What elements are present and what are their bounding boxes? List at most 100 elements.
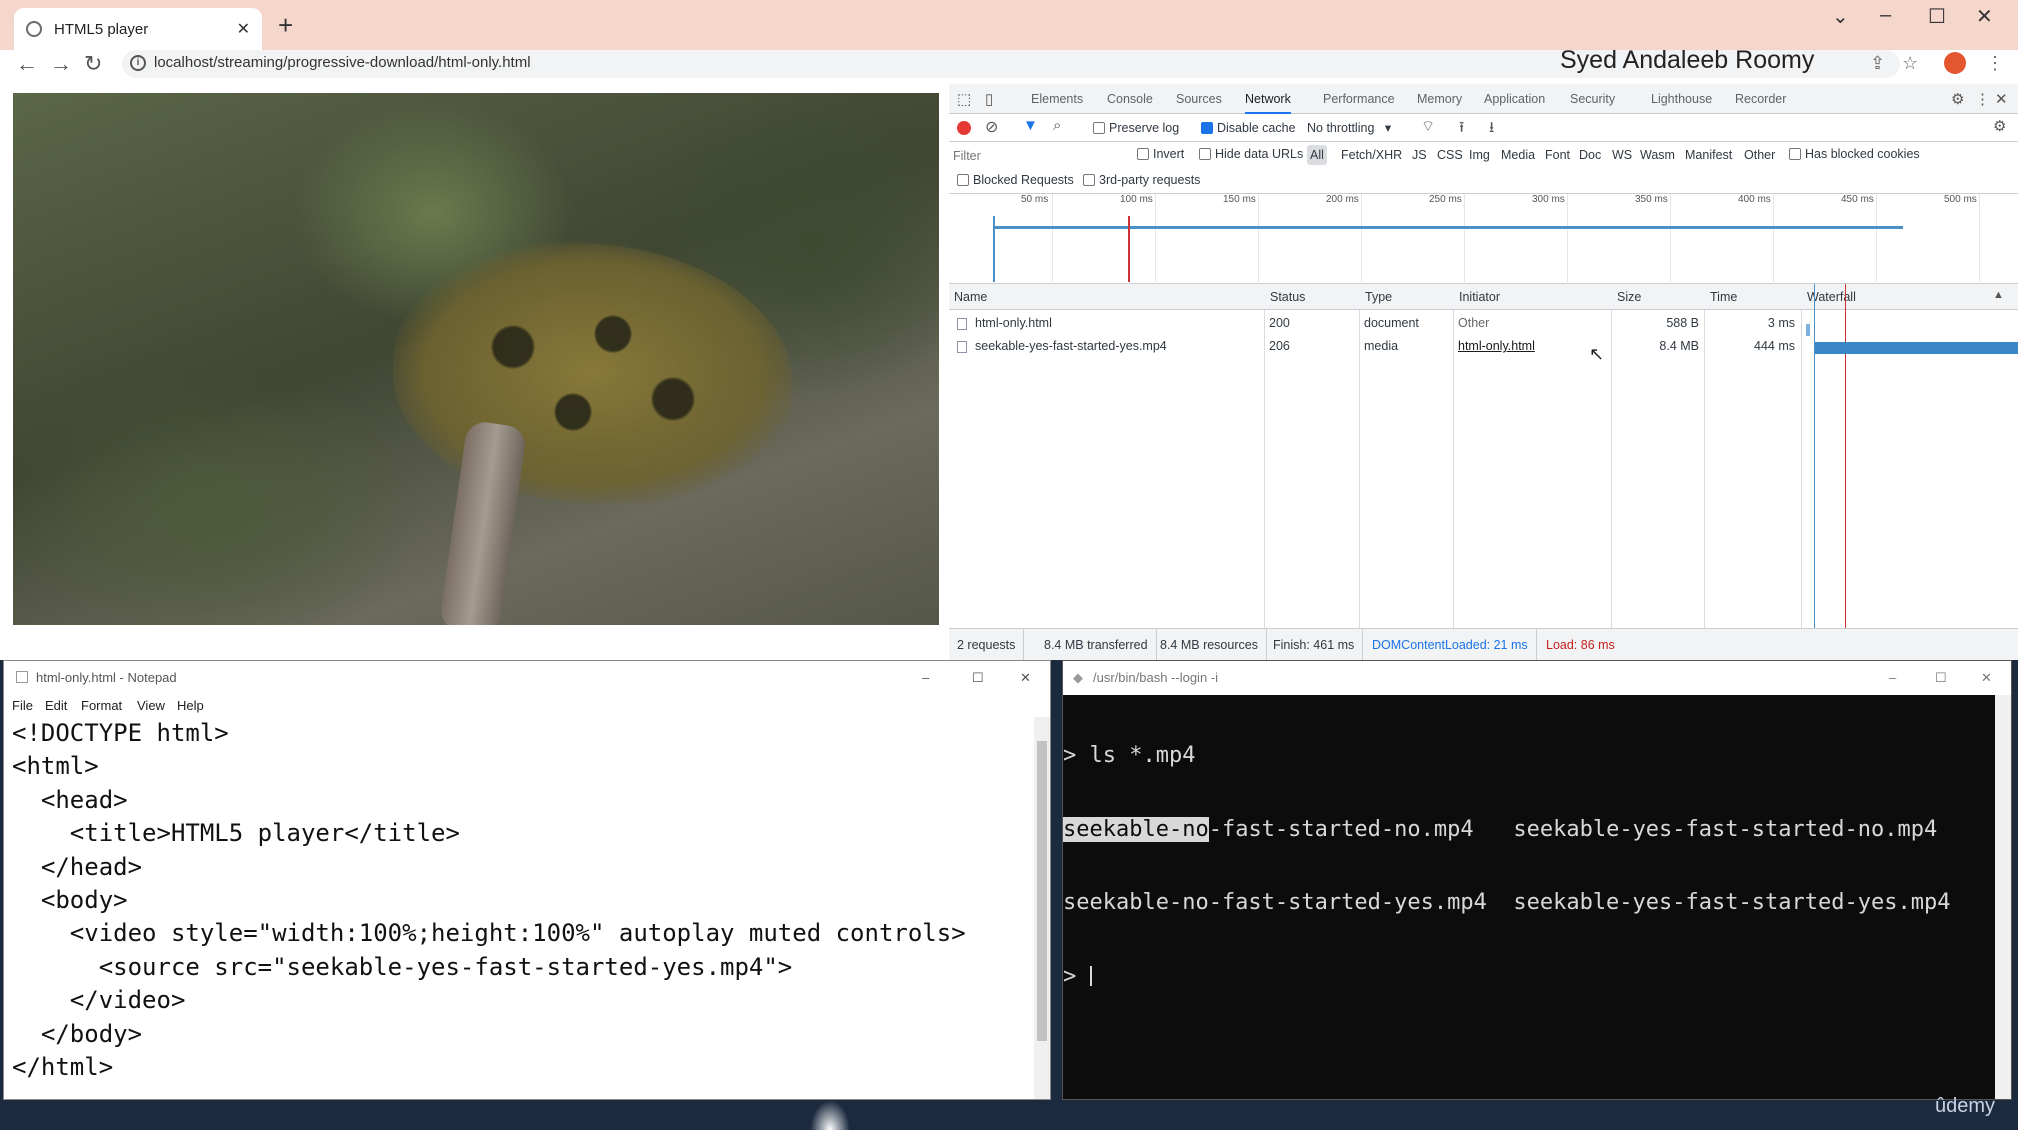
column-header-size[interactable]: Size [1612, 284, 1641, 310]
record-icon[interactable] [957, 121, 971, 135]
close-tab-icon[interactable]: ✕ [237, 19, 250, 39]
tab-network[interactable]: Network [1245, 84, 1291, 114]
column-header-name[interactable]: Name [949, 284, 987, 310]
tab-security[interactable]: Security [1570, 84, 1615, 114]
type-filter-img[interactable]: Img [1466, 145, 1493, 165]
notepad-text-area[interactable]: <!DOCTYPE html> <html> <head> <title>HTM… [12, 717, 1032, 1097]
tab-lighthouse[interactable]: Lighthouse [1651, 84, 1712, 114]
browser-tab[interactable]: HTML5 player ✕ [14, 8, 262, 50]
type-filter-js[interactable]: JS [1409, 145, 1430, 165]
video-player[interactable] [13, 93, 939, 625]
mouse-cursor-icon: ↖ [1589, 344, 1605, 364]
has-blocked-cookies-checkbox[interactable]: Has blocked cookies [1789, 140, 1920, 168]
request-name[interactable]: html-only.html [975, 312, 1052, 335]
filter-funnel-icon[interactable]: ▼ [1023, 117, 1038, 134]
type-filter-ws[interactable]: WS [1609, 145, 1635, 165]
preserve-log-checkbox[interactable]: Preserve log [1093, 114, 1179, 142]
menu-file[interactable]: File [12, 695, 33, 717]
url-text[interactable]: localhost/streaming/progressive-download… [154, 54, 531, 71]
column-header-waterfall[interactable]: Waterfall [1802, 284, 1856, 310]
column-header-initiator[interactable]: Initiator [1454, 284, 1500, 310]
type-filter-font[interactable]: Font [1542, 145, 1573, 165]
maximize-button[interactable]: ☐ [1928, 4, 1946, 29]
settings-gear-icon[interactable]: ⚙ [1951, 90, 1964, 108]
menu-edit[interactable]: Edit [45, 695, 67, 717]
sort-ascending-icon[interactable]: ▲ [1993, 289, 2004, 301]
request-name[interactable]: seekable-yes-fast-started-yes.mp4 [975, 335, 1167, 358]
export-har-icon[interactable]: ⭳ [1489, 117, 1494, 142]
vertical-scrollbar[interactable] [1034, 717, 1050, 1099]
tab-application[interactable]: Application [1484, 84, 1545, 114]
notepad-icon [16, 671, 28, 683]
close-button[interactable]: ✕ [1020, 661, 1031, 695]
request-initiator-link[interactable]: html-only.html [1458, 335, 1535, 358]
close-button[interactable]: ✕ [1981, 661, 1992, 695]
inspect-element-icon[interactable]: ⬚ [957, 90, 971, 108]
table-row[interactable]: html-only.html 200 document Other 588 B … [949, 312, 2018, 335]
scrollbar-thumb[interactable] [1037, 741, 1047, 1041]
menu-format[interactable]: Format [81, 695, 122, 717]
device-toolbar-icon[interactable]: ▯ [985, 90, 993, 108]
type-filter-doc[interactable]: Doc [1576, 145, 1604, 165]
forward-arrow-icon[interactable]: → [50, 50, 72, 78]
tab-console[interactable]: Console [1107, 84, 1153, 114]
clear-icon[interactable]: ⊘ [985, 117, 998, 137]
info-icon[interactable]: i [130, 55, 146, 71]
chevron-down-icon[interactable]: ⌄ [1832, 4, 1849, 29]
type-filter-fetch-xhr[interactable]: Fetch/XHR [1338, 145, 1405, 165]
minimize-button[interactable]: – [1880, 4, 1891, 27]
import-har-icon[interactable]: ⭱ [1459, 117, 1464, 142]
network-settings-gear-icon[interactable]: ⚙ [1993, 117, 2006, 135]
network-overview-timeline[interactable]: 50 ms 100 ms 150 ms 200 ms 250 ms 300 ms… [949, 194, 2018, 284]
type-filter-css[interactable]: CSS [1434, 145, 1466, 165]
type-filter-media[interactable]: Media [1498, 145, 1538, 165]
network-conditions-icon[interactable]: ⌔ [1421, 117, 1435, 136]
type-filter-all[interactable]: All [1307, 145, 1327, 165]
checkbox-icon [1137, 148, 1149, 160]
menu-help[interactable]: Help [177, 695, 204, 717]
share-icon[interactable]: ⇪ [1870, 53, 1885, 74]
column-header-status[interactable]: Status [1265, 284, 1305, 310]
throttling-select[interactable]: No throttling ▾ [1307, 114, 1391, 142]
timeline-tick: 100 ms [1120, 194, 1153, 205]
type-filter-manifest[interactable]: Manifest [1682, 145, 1735, 165]
kebab-menu-icon[interactable]: ⋮ [1986, 53, 2004, 74]
hide-data-urls-checkbox[interactable]: Hide data URLs [1199, 140, 1303, 168]
type-filter-wasm[interactable]: Wasm [1637, 145, 1678, 165]
search-icon[interactable]: ⌕ [1053, 117, 1061, 134]
timeline-tick: 250 ms [1429, 194, 1462, 205]
tab-recorder[interactable]: Recorder [1735, 84, 1786, 114]
third-party-requests-checkbox[interactable]: 3rd-party requests [1083, 166, 1200, 194]
column-header-time[interactable]: Time [1705, 284, 1737, 310]
column-header-type[interactable]: Type [1360, 284, 1392, 310]
kebab-menu-icon[interactable]: ⋮ [1975, 90, 1990, 108]
profile-avatar[interactable] [1944, 52, 1966, 74]
reload-icon[interactable]: ↻ [84, 50, 102, 78]
tab-elements[interactable]: Elements [1031, 84, 1083, 114]
bookmark-star-icon[interactable]: ☆ [1902, 53, 1918, 74]
tab-strip [0, 0, 2018, 50]
minimize-button[interactable]: – [922, 661, 929, 695]
request-time: 444 ms [1754, 339, 1795, 353]
notepad-title-bar[interactable]: html-only.html - Notepad – ☐ ✕ [4, 661, 1050, 695]
filter-input[interactable] [953, 146, 1129, 166]
maximize-button[interactable]: ☐ [972, 661, 984, 695]
vertical-scrollbar[interactable] [1995, 695, 2011, 1099]
disable-cache-checkbox[interactable]: Disable cache [1201, 114, 1296, 142]
back-arrow-icon[interactable]: ← [16, 50, 38, 78]
type-filter-other[interactable]: Other [1741, 145, 1778, 165]
close-window-button[interactable]: ✕ [1976, 4, 1993, 29]
author-name: Syed Andaleeb Roomy [1560, 46, 1815, 74]
new-tab-button[interactable]: + [278, 12, 293, 38]
menu-view[interactable]: View [137, 695, 165, 717]
close-devtools-icon[interactable]: ✕ [1995, 90, 2008, 108]
blocked-requests-checkbox[interactable]: Blocked Requests [957, 166, 1074, 194]
maximize-button[interactable]: ☐ [1935, 661, 1947, 695]
terminal-output[interactable]: > ls *.mp4 seekable-no-fast-started-no.m… [1063, 695, 1993, 1099]
tab-memory[interactable]: Memory [1417, 84, 1462, 114]
invert-checkbox[interactable]: Invert [1137, 140, 1184, 168]
tab-sources[interactable]: Sources [1176, 84, 1222, 114]
tab-performance[interactable]: Performance [1323, 84, 1395, 114]
terminal-title-bar[interactable]: ◆ /usr/bin/bash --login -i – ☐ ✕ [1063, 661, 2011, 695]
minimize-button[interactable]: – [1889, 661, 1896, 695]
